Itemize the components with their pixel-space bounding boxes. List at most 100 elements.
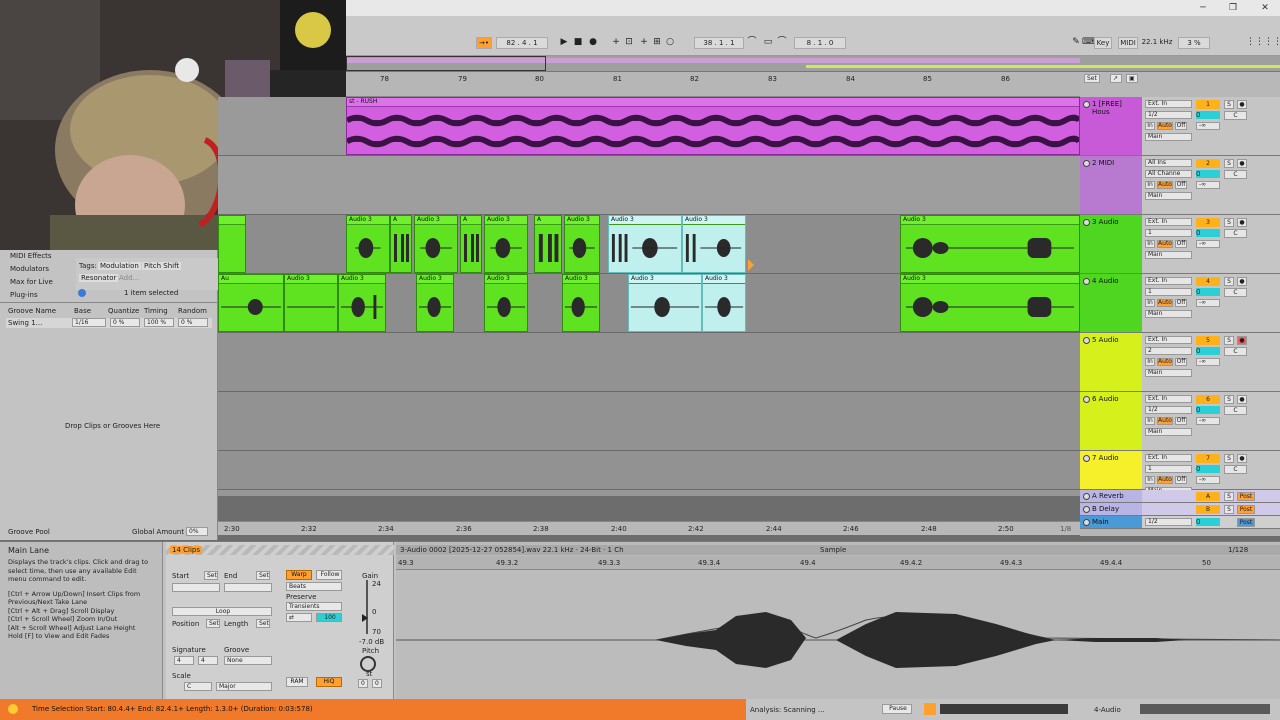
hiq-button[interactable]: HiQ [316, 677, 342, 687]
track-name[interactable]: 5 Audio [1080, 333, 1142, 391]
track-header-2[interactable]: 2 MIDI All Ins All Channe In Auto Off Main 2 S ● 0… [1080, 156, 1280, 215]
monitor-auto-button[interactable]: Auto [1157, 240, 1173, 248]
monitor-off-button[interactable]: Off [1175, 240, 1187, 248]
sample-tab[interactable]: Sample [820, 546, 846, 554]
input-channel-select[interactable]: All Channe [1145, 170, 1192, 178]
input-channel-select[interactable]: 1/2 [1145, 406, 1192, 414]
key-map-button[interactable]: Key [1094, 37, 1112, 49]
pan-field[interactable]: C [1224, 229, 1247, 238]
beat-time-ruler[interactable]: 78 79 80 81 82 83 84 85 86 [346, 72, 1080, 97]
sample-waveform[interactable] [396, 572, 1280, 698]
groove-row-base[interactable]: 1/16 [72, 318, 106, 327]
input-type-select[interactable]: Ext. In [1145, 277, 1192, 285]
track-header-7[interactable]: 7 AudioExt. In1InAutoOffMain7S●0C-∞ [1080, 451, 1280, 495]
send-field[interactable]: -∞ [1196, 122, 1220, 130]
track-fold-icon[interactable] [1083, 160, 1090, 167]
groove-row-timing[interactable]: 100 % [144, 318, 174, 327]
monitor-off-button[interactable]: Off [1175, 476, 1187, 484]
arm-button[interactable]: ● [1237, 100, 1247, 109]
gain-slider-track[interactable] [366, 580, 368, 634]
track-header-6[interactable]: 6 Audio Ext. In 1/2 In Auto Off Main 6 S ● 0 C -∞ [1080, 392, 1280, 451]
clip-t4-0[interactable]: Au [218, 274, 284, 332]
track-name[interactable]: 6 Audio [1080, 392, 1142, 450]
loop-length-field[interactable]: 8 . 1 . 0 [794, 37, 846, 49]
track-name[interactable]: 3 Audio [1080, 215, 1142, 273]
pan-field[interactable]: C [1224, 111, 1247, 120]
send-field[interactable]: -∞ [1196, 476, 1220, 484]
clip-t3-0[interactable] [218, 215, 246, 273]
track-activator[interactable]: 2 [1196, 159, 1220, 168]
pan-field[interactable]: C [1224, 465, 1247, 474]
punch-in-icon[interactable]: ⌒ [746, 36, 758, 49]
track-fold-icon[interactable] [1083, 455, 1090, 462]
loop-button[interactable]: Loop [172, 607, 272, 616]
clip-rush[interactable]: st - RUSH [346, 97, 1080, 155]
clip-t3-selected-2[interactable]: Audio 3 [682, 215, 746, 273]
envelope-amount[interactable]: 100 [316, 613, 342, 622]
monitor-off-button[interactable]: Off [1175, 181, 1187, 189]
tag-pitch-shift[interactable]: Pitch Shift [142, 262, 182, 270]
return-name[interactable]: A Reverb [1080, 490, 1142, 502]
track-mini-map[interactable] [1140, 704, 1270, 714]
input-channel-select[interactable]: 1 [1145, 229, 1192, 237]
output-select[interactable]: Main [1145, 192, 1192, 200]
clip-t4-late[interactable]: Audio 3 [900, 274, 1080, 332]
clip-t3-7[interactable]: Audio 3 [564, 215, 600, 273]
ram-button[interactable]: RAM [286, 677, 308, 687]
clip-t4-selected-1[interactable]: Audio 3 [628, 274, 702, 332]
main-volume-field[interactable]: 0 [1196, 518, 1220, 526]
pitch-field-a[interactable]: 0 [358, 679, 368, 688]
track-activator[interactable]: 6 [1196, 395, 1220, 404]
monitor-off-button[interactable]: Off [1175, 122, 1187, 130]
start-field[interactable] [172, 583, 220, 592]
arrangement-overview[interactable] [346, 56, 1280, 72]
output-select[interactable]: Main [1145, 428, 1192, 436]
send-field[interactable]: -∞ [1196, 240, 1220, 248]
stop-icon[interactable]: ■ [572, 36, 584, 49]
monitor-in-button[interactable]: In [1145, 417, 1155, 425]
input-type-select[interactable]: Ext. In [1145, 218, 1192, 226]
clip-t4-3[interactable]: Audio 3 [416, 274, 454, 332]
clip-t3-selected-1[interactable]: Audio 3 [608, 215, 682, 273]
monitor-in-button[interactable]: In [1145, 181, 1155, 189]
track-4-lane[interactable]: Au Audio 3 Audio 3 Audio 3 Audio 3 Audio… [218, 274, 1080, 333]
volume-field[interactable]: 0 [1196, 111, 1220, 119]
input-type-select[interactable]: Ext. In [1145, 454, 1192, 462]
pause-button[interactable]: Pause [882, 704, 912, 714]
volume-field[interactable]: 0 [1196, 406, 1220, 414]
track-activator[interactable]: 5 [1196, 336, 1220, 345]
main-track[interactable]: Main 1/2 0 Post [1080, 516, 1280, 529]
track-header-4[interactable]: 4 Audio Ext. In 1 In Auto Off Main 4 S ● 0 C -∞ [1080, 274, 1280, 333]
browser-item-modulators[interactable]: Modulators [10, 265, 49, 273]
track-fold-icon[interactable] [1083, 396, 1090, 403]
monitor-auto-button[interactable]: Auto [1157, 358, 1173, 366]
scale-mode-select[interactable]: Major [216, 682, 272, 691]
monitor-off-button[interactable]: Off [1175, 299, 1187, 307]
preserve-select[interactable]: Transients [286, 602, 342, 611]
volume-field[interactable]: 0 [1196, 229, 1220, 237]
send-field[interactable]: -∞ [1196, 181, 1220, 189]
song-position-field[interactable]: 82 . 4 . 1 [496, 37, 548, 49]
tag-resonator[interactable]: Resonator [79, 274, 119, 282]
end-set-button[interactable]: Set [256, 571, 270, 580]
re-enable-icon[interactable]: + [638, 36, 650, 49]
main-output-select[interactable]: 1/2 [1145, 518, 1192, 526]
automation-arm-icon[interactable]: ⊡ [623, 36, 635, 49]
monitor-in-button[interactable]: In [1145, 476, 1155, 484]
arm-button[interactable]: ● [1237, 395, 1247, 404]
overview-viewport[interactable] [346, 56, 546, 71]
solo-button[interactable]: S [1224, 218, 1234, 227]
return-post-button[interactable]: Post [1237, 505, 1255, 514]
track-fold-icon[interactable] [1083, 101, 1090, 108]
input-channel-select[interactable]: 1 [1145, 465, 1192, 473]
groove-row-random[interactable]: 0 % [178, 318, 208, 327]
clip-t4-2[interactable]: Audio 3 [338, 274, 386, 332]
signature-num[interactable]: 4 [174, 656, 194, 665]
pan-field[interactable]: C [1224, 406, 1247, 415]
warp-mode-select[interactable]: Beats [286, 582, 342, 591]
output-select[interactable]: Main [1145, 133, 1192, 141]
play-icon[interactable]: ▶ [558, 36, 570, 49]
browser-item-plug-ins[interactable]: Plug-ins [10, 291, 38, 299]
solo-button[interactable]: S [1224, 336, 1234, 345]
monitor-auto-button[interactable]: Auto [1157, 122, 1173, 130]
